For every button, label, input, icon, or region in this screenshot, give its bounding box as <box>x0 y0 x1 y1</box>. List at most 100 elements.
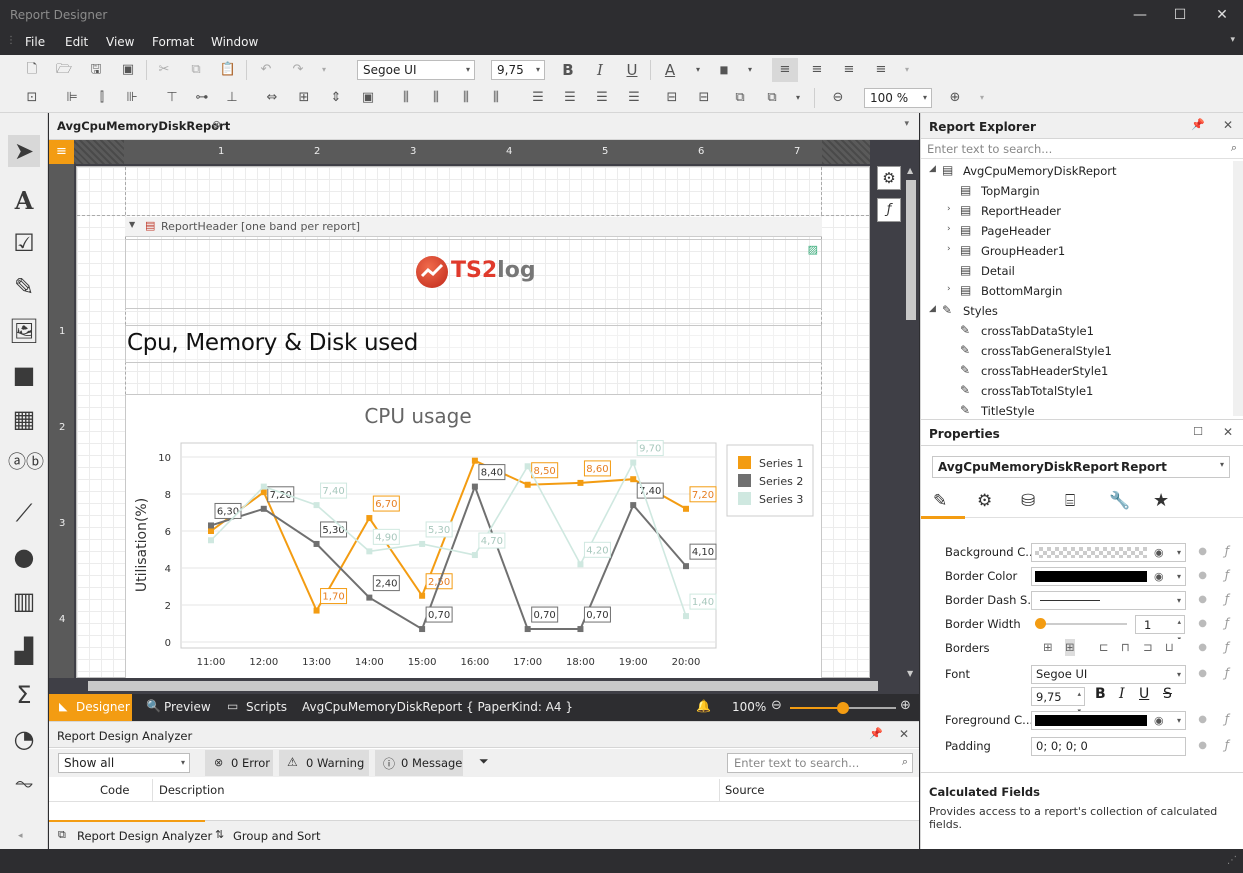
explorer-item[interactable]: ▤ Detail <box>921 261 1231 281</box>
explorer-item[interactable]: › ▤ BottomMargin <box>921 281 1231 301</box>
analyzer-pin-icon[interactable]: 📌 <box>869 727 883 740</box>
analyzer-search-input[interactable]: Enter text to search... ⌕ <box>727 753 913 773</box>
analyzer-filter-combo[interactable]: Show all ▾ <box>58 753 190 773</box>
reset-dot-icon[interactable]: ● <box>1198 618 1207 629</box>
band-collapse-icon[interactable]: ▼ <box>129 220 135 229</box>
expression-icon[interactable]: ƒ <box>1225 568 1229 582</box>
bold-icon[interactable]: B <box>558 60 578 80</box>
reset-dot-icon[interactable]: ● <box>1198 594 1207 605</box>
explorer-item[interactable]: ✎ crossTabDataStyle1 <box>921 321 1231 341</box>
cut-icon[interactable]: ✂ <box>154 60 174 80</box>
tree-expand-icon[interactable]: › <box>947 204 951 214</box>
bring-front-icon[interactable]: ⧉ <box>730 88 750 108</box>
v-spacing-inc-icon[interactable]: ☰ <box>560 88 580 108</box>
zoom-combo[interactable]: 100 % ▾ <box>864 88 932 108</box>
properties-close-icon[interactable]: ✕ <box>1223 425 1233 439</box>
explorer-item[interactable]: ◢ ▤ AvgCpuMemoryDiskReport <box>921 161 1231 181</box>
doc-tab-close-icon[interactable]: ⊗ <box>212 118 221 131</box>
expression-icon[interactable]: ƒ <box>1225 712 1229 726</box>
underline-icon[interactable]: U <box>622 60 642 80</box>
explorer-item[interactable]: › ▤ GroupHeader1 <box>921 241 1231 261</box>
redo-icon[interactable]: ↷ <box>288 60 308 80</box>
maximize-button[interactable]: ☐ <box>1160 4 1200 26</box>
expression-icon[interactable]: ƒ <box>1225 544 1229 558</box>
zoom-out-icon[interactable]: ⊖ <box>828 88 848 108</box>
back-color-dropdown-icon[interactable]: ▾ <box>740 60 760 80</box>
message-filter-button[interactable]: ⓘ 0 Message <box>375 750 463 776</box>
properties-float-icon[interactable]: ☐ <box>1193 425 1203 438</box>
tab-designer[interactable]: ◣ Designer <box>49 694 132 721</box>
doc-tab-title[interactable]: AvgCpuMemoryDiskReport <box>57 119 230 133</box>
logo-picture-box[interactable]: ▨ TS2log <box>125 239 822 309</box>
back-color-icon[interactable]: ▆ <box>714 60 734 80</box>
font-color-dropdown-icon[interactable]: ▾ <box>688 60 708 80</box>
sum-tool-icon[interactable]: Σ <box>8 679 40 711</box>
border-width-slider[interactable]: 1▴▾ <box>1031 615 1186 643</box>
reset-dot-icon[interactable]: ● <box>1198 668 1207 679</box>
chart-tool-icon[interactable]: ▟ <box>8 635 40 667</box>
explorer-item[interactable]: ✎ crossTabTotalStyle1 <box>921 381 1231 401</box>
h-spacing-inc-icon[interactable]: ⫼ <box>426 88 446 108</box>
padding-editor[interactable]: 0; 0; 0; 0 <box>1031 737 1186 756</box>
tree-expand-icon[interactable]: › <box>947 224 951 234</box>
analyzer-close-icon[interactable]: ✕ <box>899 727 909 741</box>
reset-dot-icon[interactable]: ● <box>1198 642 1207 653</box>
font-color-icon[interactable]: A <box>660 60 680 80</box>
h-spacing-equal-icon[interactable]: ⫼ <box>396 88 416 108</box>
new-icon[interactable]: 🗋 <box>22 60 42 80</box>
expression-icon[interactable]: ƒ <box>1225 666 1229 680</box>
tab-group-and-sort[interactable]: Group and Sort <box>233 829 321 843</box>
favorites-star-icon[interactable]: ★ <box>1153 490 1169 511</box>
explorer-item[interactable]: › ▤ ReportHeader <box>921 201 1231 221</box>
color-editor[interactable]: ◉ ▾ <box>1031 711 1186 730</box>
character-comb-tool-icon[interactable]: ⓐⓑ <box>8 447 44 479</box>
expression-icon[interactable]: ƒ <box>1225 616 1229 630</box>
align-tops-icon[interactable]: ⊤ <box>162 88 182 108</box>
save-icon[interactable]: 🖫 <box>86 60 106 80</box>
object-selector[interactable]: AvgCpuMemoryDiskReport Report ▾ <box>932 456 1230 478</box>
resize-grip-icon[interactable]: ⋰ <box>1227 855 1237 866</box>
clear-filter-icon[interactable]: ⏷ <box>479 754 489 769</box>
ruler-menu-icon[interactable]: ≡ <box>49 140 74 164</box>
horizontal-scrollbar[interactable] <box>74 678 903 694</box>
undo-icon[interactable]: ↶ <box>256 60 276 80</box>
explorer-pin-icon[interactable]: 📌 <box>1191 118 1205 131</box>
reset-dot-icon[interactable]: ● <box>1198 546 1207 557</box>
h-spacing-remove-icon[interactable]: ⫼ <box>486 88 506 108</box>
tab-report-design-analyzer[interactable]: Report Design Analyzer <box>77 829 212 843</box>
v-spacing-remove-icon[interactable]: ☰ <box>624 88 644 108</box>
line-tool-icon[interactable]: ⟋ <box>8 497 40 529</box>
center-v-icon[interactable]: ⊟ <box>694 88 714 108</box>
cpu-chart[interactable]: CPU usage Utilisation(%) 0 2 4 6 8 10 11:00 12:00… <box>125 394 822 679</box>
menu-overflow-icon[interactable]: ▾ <box>1230 35 1235 45</box>
tree-expand-icon[interactable]: › <box>947 244 951 254</box>
report-tasks-gear-icon[interactable]: ⚙ <box>877 166 901 190</box>
zoom-dropdown-icon[interactable]: ▾ <box>972 88 992 108</box>
align-left-icon[interactable]: ≡ <box>772 58 798 82</box>
tree-expand-icon[interactable]: ◢ <box>929 304 936 314</box>
explorer-item[interactable]: ✎ crossTabGeneralStyle1 <box>921 341 1231 361</box>
paste-icon[interactable]: 📋 <box>218 60 238 80</box>
expression-icon[interactable]: ƒ <box>1225 592 1229 606</box>
same-width-icon[interactable]: ⇔ <box>262 88 282 108</box>
doc-tab-list-icon[interactable]: ▾ <box>904 119 909 129</box>
expression-icon[interactable]: ƒ <box>1225 640 1229 654</box>
layout-icon[interactable]: ⌸ <box>1065 491 1075 511</box>
align-lefts-icon[interactable]: ⊫ <box>62 88 82 108</box>
size-to-grid-icon[interactable]: ⊞ <box>294 88 314 108</box>
expression-icon[interactable]: ƒ <box>1225 738 1229 752</box>
zoom-in-icon[interactable]: ⊕ <box>945 88 965 108</box>
align-middles-icon[interactable]: ⊶ <box>192 88 212 108</box>
expression-f-icon[interactable]: ƒ <box>877 198 901 222</box>
same-size-icon[interactable]: ▣ <box>358 88 378 108</box>
menu-window[interactable]: Window <box>211 35 258 49</box>
richtext-tool-icon[interactable]: ✎ <box>8 271 40 303</box>
tab-preview[interactable]: Preview <box>164 700 211 714</box>
zoom-plus-icon[interactable]: ⊕ <box>900 698 911 713</box>
label-tool-icon[interactable]: A <box>8 185 40 217</box>
panel-tool-icon[interactable]: ■ <box>8 359 40 391</box>
band-header-strip[interactable]: ▼ ▤ ReportHeader [one band per report] <box>125 217 822 237</box>
tree-expand-icon[interactable]: › <box>947 284 951 294</box>
center-h-icon[interactable]: ⊟ <box>662 88 682 108</box>
picture-smart-tag-icon[interactable]: ▨ <box>808 243 818 256</box>
